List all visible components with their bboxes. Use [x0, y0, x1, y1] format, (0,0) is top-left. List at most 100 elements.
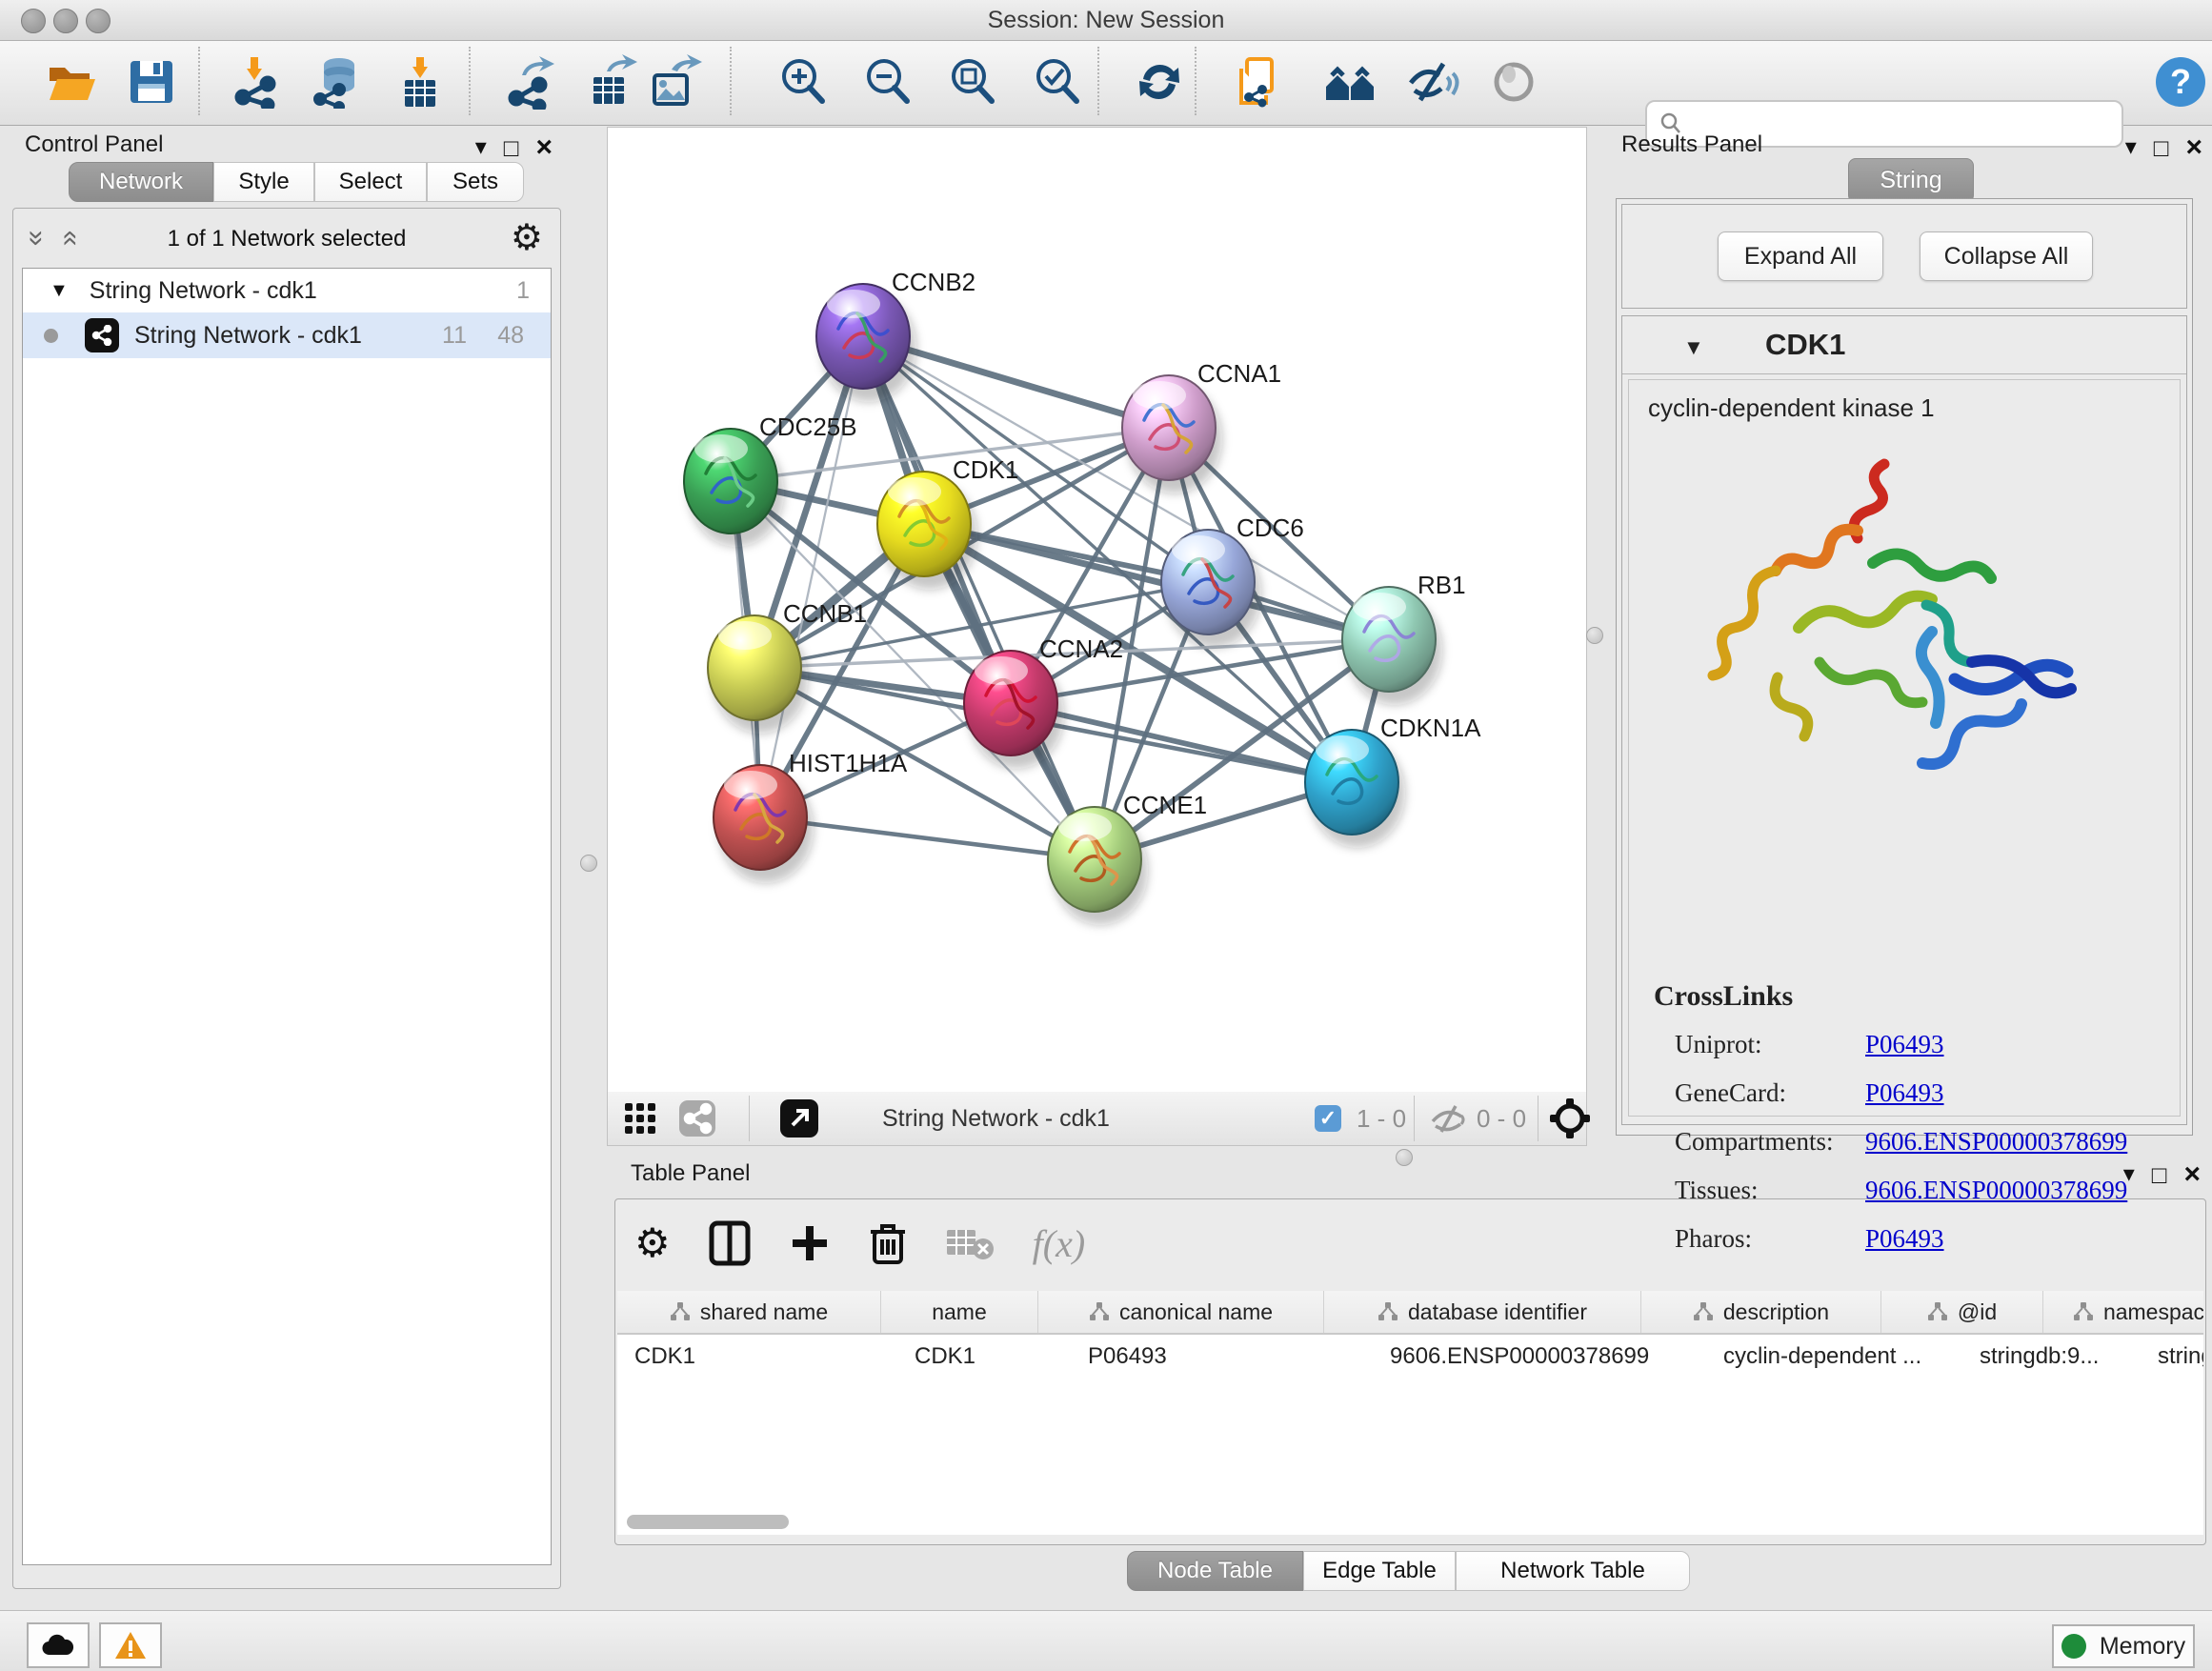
export-network-icon[interactable]	[503, 52, 562, 111]
tab-style[interactable]: Style	[213, 162, 314, 202]
collection-expander-icon[interactable]: ▼	[50, 280, 69, 302]
network-view-canvas[interactable]: CCNB2CCNA1CDC25BCDK1CDC6RB1CCNB1CCNA2CDK…	[607, 127, 1587, 1094]
add-column-icon[interactable]	[789, 1222, 831, 1264]
network-view-mode-icon[interactable]	[678, 1099, 716, 1137]
crosslink-pharos-link[interactable]: P06493	[1865, 1224, 1944, 1253]
gene-detail-box: cyclin-dependent kinase 1	[1628, 379, 2181, 1117]
network-node-rb1[interactable]: RB1	[1342, 571, 1466, 705]
network-node-cdc25b[interactable]: CDC25B	[684, 413, 857, 547]
results-panel: Results Panel ▾ □ × String Expand All Co…	[1608, 130, 2212, 1587]
save-session-icon[interactable]	[122, 52, 181, 111]
zoom-in-icon[interactable]	[774, 52, 833, 111]
results-panel-window-buttons: ▾ □ ×	[2125, 133, 2202, 162]
hide-selected-icon[interactable]	[1403, 52, 1462, 111]
control-panel: Control Panel ▾ □ × Network Style Select…	[10, 130, 564, 1589]
horizontal-scrollbar[interactable]	[627, 1515, 789, 1529]
network-node-cdkn1a[interactable]: CDKN1A	[1305, 714, 1481, 848]
main-toolbar: ?	[0, 41, 2212, 126]
node-label-ccnb2: CCNB2	[892, 268, 975, 296]
expand-all-button[interactable]: Expand All	[1718, 232, 1883, 281]
birds-eye-crosshair-icon[interactable]	[1549, 1099, 1591, 1137]
cloud-icon	[41, 1634, 75, 1657]
tab-node-table[interactable]: Node Table	[1127, 1551, 1303, 1591]
network-graph[interactable]: CCNB2CCNA1CDC25BCDK1CDC6RB1CCNB1CCNA2CDK…	[608, 128, 1584, 1091]
left-splitter-handle[interactable]	[580, 855, 597, 872]
zoom-selected-icon[interactable]	[1028, 52, 1087, 111]
panel-menu-icon[interactable]: ▾	[475, 136, 487, 159]
panel-float-icon[interactable]: □	[2154, 135, 2169, 160]
network-type-icon	[85, 318, 119, 352]
toolbar-separator	[1414, 1096, 1415, 1141]
delete-table-icon[interactable]	[945, 1224, 995, 1262]
first-neighbors-icon[interactable]	[1320, 52, 1379, 111]
gene-symbol: CDK1	[1765, 328, 1845, 362]
column-header[interactable]: database identifier	[1324, 1291, 1641, 1333]
clone-network-icon[interactable]	[1231, 52, 1290, 111]
network-node-ccna1[interactable]: CCNA1	[1122, 359, 1281, 493]
network-options-gear-icon[interactable]: ⚙	[511, 220, 543, 256]
refresh-layout-icon[interactable]	[1130, 52, 1189, 111]
show-all-icon[interactable]	[1484, 52, 1543, 111]
crosslink-row: GeneCard: P06493	[1654, 1078, 2127, 1108]
export-image-icon[interactable]	[645, 52, 704, 111]
detach-view-icon[interactable]	[779, 1099, 819, 1137]
export-table-icon[interactable]	[584, 52, 643, 111]
network-collection-row[interactable]: ▼ String Network - cdk1 1	[23, 269, 551, 312]
panel-close-icon[interactable]: ×	[535, 133, 553, 162]
cloud-status-button[interactable]	[27, 1622, 90, 1668]
import-table-file-icon[interactable]	[391, 52, 450, 111]
panel-close-icon[interactable]: ×	[2185, 133, 2202, 162]
panel-menu-icon[interactable]: ▾	[2125, 136, 2137, 159]
svg-text:?: ?	[2170, 62, 2191, 101]
hidden-eye-slash-icon	[1429, 1099, 1467, 1137]
right-splitter-handle[interactable]	[1586, 627, 1603, 644]
crosslink-row: Pharos: P06493	[1654, 1224, 2127, 1254]
network-row-selected[interactable]: String Network - cdk1 11 48	[23, 312, 551, 358]
warning-status-button[interactable]	[99, 1622, 162, 1668]
crosslink-compartments-link[interactable]: 9606.ENSP00000378699	[1865, 1127, 2127, 1156]
panel-float-icon[interactable]: □	[504, 135, 519, 160]
toolbar-separator	[469, 47, 471, 115]
column-header[interactable]: name	[881, 1291, 1038, 1333]
import-network-file-icon[interactable]	[227, 52, 286, 111]
collection-count: 1	[516, 277, 530, 305]
toolbar-separator	[1195, 47, 1196, 115]
network-node-ccnb2[interactable]: CCNB2	[816, 268, 975, 402]
gene-expander-icon[interactable]: ▼	[1683, 335, 1704, 360]
tab-edge-table[interactable]: Edge Table	[1303, 1551, 1456, 1591]
memory-status-dot-icon	[2061, 1634, 2086, 1659]
tab-select[interactable]: Select	[314, 162, 427, 202]
function-builder-icon[interactable]: f(x)	[1033, 1221, 1086, 1266]
selected-counts: 1 - 0	[1357, 1099, 1406, 1137]
delete-column-icon[interactable]	[869, 1220, 907, 1266]
network-node-cdc6[interactable]: CDC6	[1161, 513, 1304, 648]
network-node-hist1h1a[interactable]: HIST1H1A	[714, 749, 908, 883]
status-bar: Memory	[0, 1610, 2212, 1671]
memory-button[interactable]: Memory	[2052, 1624, 2195, 1668]
zoom-out-icon[interactable]	[858, 52, 917, 111]
table-toolbar: ⚙ f(x)	[634, 1213, 1085, 1274]
show-columns-icon[interactable]	[709, 1220, 751, 1266]
column-header[interactable]: shared name	[617, 1291, 881, 1333]
help-icon[interactable]: ?	[2151, 52, 2210, 111]
selected-checkbox-icon[interactable]: ✓	[1315, 1099, 1341, 1137]
gene-section-header[interactable]: ▼ CDK1	[1622, 316, 2186, 374]
hidden-counts: 0 - 0	[1477, 1099, 1526, 1137]
table-options-gear-icon[interactable]: ⚙	[634, 1223, 671, 1263]
collapse-all-button[interactable]: Collapse All	[1920, 232, 2093, 281]
crosslinks-title: CrossLinks	[1654, 980, 2127, 1013]
column-header[interactable]: canonical name	[1038, 1291, 1324, 1333]
zoom-fit-icon[interactable]	[943, 52, 1002, 111]
grid-view-icon[interactable]	[623, 1099, 657, 1137]
tab-string[interactable]: String	[1848, 158, 1974, 203]
tab-sets[interactable]: Sets	[427, 162, 524, 202]
control-panel-window-buttons: ▾ □ ×	[475, 133, 553, 162]
gene-section: ▼ CDK1 cyclin-dependent kinase 1	[1621, 315, 2187, 1125]
network-selection-bar: » « 1 of 1 Network selected ⚙	[13, 218, 560, 260]
open-file-icon[interactable]	[42, 52, 101, 111]
crosslink-genecard-link[interactable]: P06493	[1865, 1078, 1944, 1107]
tab-network[interactable]: Network	[69, 162, 213, 202]
import-network-database-icon[interactable]	[308, 52, 367, 111]
crosslink-uniprot-link[interactable]: P06493	[1865, 1030, 1944, 1058]
crosslink-tissues-link[interactable]: 9606.ENSP00000378699	[1865, 1176, 2127, 1204]
